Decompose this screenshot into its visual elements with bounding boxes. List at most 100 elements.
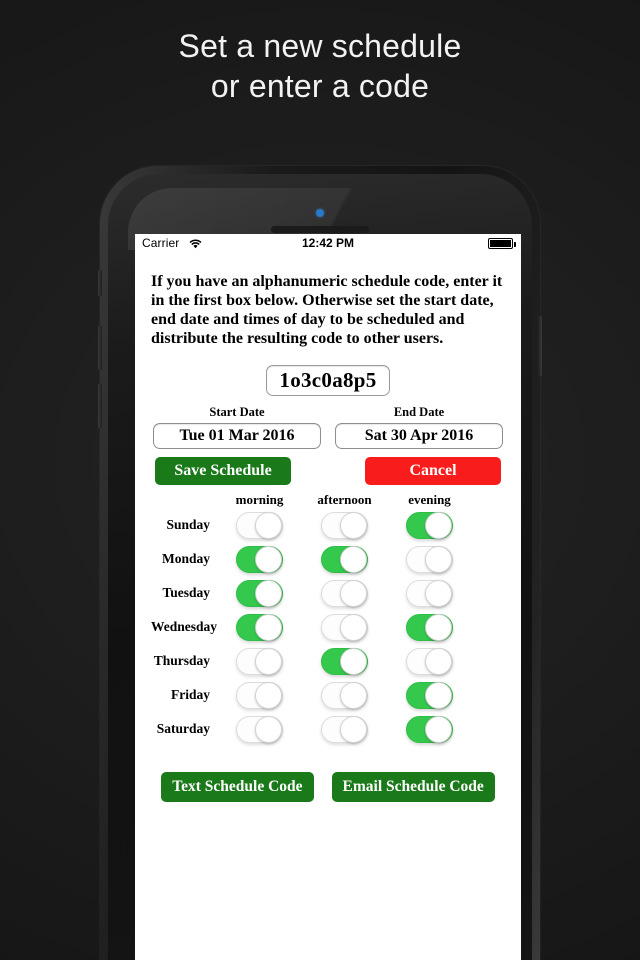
toggle-thursday-morning[interactable]: [236, 647, 283, 675]
toggle-friday-evening[interactable]: [406, 681, 453, 709]
day-label-monday: Monday: [161, 551, 210, 566]
grid-cell: [387, 647, 472, 675]
toggle-saturday-evening[interactable]: [406, 715, 453, 743]
toggle-knob: [340, 715, 367, 743]
toggle-thursday-evening[interactable]: [406, 647, 453, 675]
toggle-knob: [255, 613, 282, 641]
toggle-monday-afternoon[interactable]: [321, 545, 368, 573]
grid-cell: [302, 613, 387, 641]
start-date-group: Start Date Tue 01 Mar 2016: [153, 405, 321, 449]
grid-cell: [387, 511, 472, 539]
toggle-tuesday-afternoon[interactable]: [321, 579, 368, 607]
grid-cell: [217, 511, 302, 539]
grid-cell: [217, 613, 302, 641]
grid-cell: [302, 647, 387, 675]
schedule-row: Friday: [151, 678, 505, 712]
grid-body: Sunday Monday Tuesday Wednesday Thursday Frid…: [151, 508, 505, 746]
toggle-knob: [255, 545, 282, 573]
grid-cell: [302, 681, 387, 709]
start-date-input[interactable]: Tue 01 Mar 2016: [153, 423, 321, 449]
column-header-morning: morning: [235, 492, 284, 507]
toggle-wednesday-evening[interactable]: [406, 613, 453, 641]
toggle-sunday-morning[interactable]: [236, 511, 283, 539]
end-date-input[interactable]: Sat 30 Apr 2016: [335, 423, 503, 449]
grid-cell: [302, 715, 387, 743]
power-button[interactable]: [538, 316, 542, 376]
end-date-group: End Date Sat 30 Apr 2016: [335, 405, 503, 449]
toggle-knob: [340, 545, 367, 573]
intro-instructions: If you have an alphanumeric schedule cod…: [151, 273, 503, 347]
grid-cell: [387, 545, 472, 573]
toggle-wednesday-morning[interactable]: [236, 613, 283, 641]
schedule-code-input[interactable]: 1o3c0a8p5: [266, 365, 390, 396]
date-range-row: Start Date Tue 01 Mar 2016 End Date Sat …: [151, 405, 505, 449]
text-schedule-code-button[interactable]: Text Schedule Code: [161, 772, 314, 802]
clock-label: 12:42 PM: [301, 236, 355, 250]
save-schedule-button[interactable]: Save Schedule: [155, 457, 291, 485]
toggle-knob: [255, 681, 282, 709]
email-schedule-code-button[interactable]: Email Schedule Code: [331, 772, 495, 802]
toggle-tuesday-morning[interactable]: [236, 579, 283, 607]
toggle-thursday-afternoon[interactable]: [321, 647, 368, 675]
grid-cell: [217, 579, 302, 607]
grid-cell: [387, 715, 472, 743]
column-header-afternoon: afternoon: [317, 492, 372, 507]
day-label-wednesday: Wednesday: [151, 619, 218, 634]
phone-bezel: Carrier 12:42 PM If you have an alphanum…: [108, 174, 532, 960]
primary-action-row: Save Schedule Cancel: [151, 457, 505, 485]
day-label-saturday: Saturday: [156, 721, 210, 736]
cancel-button[interactable]: Cancel: [365, 457, 501, 485]
toggle-knob: [340, 579, 367, 607]
toggle-tuesday-evening[interactable]: [406, 579, 453, 607]
volume-down-button[interactable]: [98, 384, 102, 428]
toggle-knob: [425, 715, 452, 743]
phone-screen: Carrier 12:42 PM If you have an alphanum…: [135, 234, 521, 960]
grid-cell: [217, 545, 302, 573]
silent-switch[interactable]: [98, 270, 102, 296]
toggle-saturday-afternoon[interactable]: [321, 715, 368, 743]
headline-line-2: or enter a code: [210, 68, 430, 104]
grid-cell: [217, 647, 302, 675]
phone-device-frame: Carrier 12:42 PM If you have an alphanum…: [98, 166, 542, 960]
grid-cell: [387, 681, 472, 709]
schedule-code-row: 1o3c0a8p5: [151, 365, 505, 396]
schedule-form: If you have an alphanumeric schedule cod…: [135, 272, 521, 802]
grid-cell: [387, 613, 472, 641]
grid-cell: [387, 579, 472, 607]
toggle-knob: [255, 511, 282, 539]
end-date-label: End Date: [393, 405, 445, 419]
toggle-sunday-evening[interactable]: [406, 511, 453, 539]
schedule-row: Monday: [151, 542, 505, 576]
day-label-friday: Friday: [171, 687, 210, 702]
day-label-sunday: Sunday: [166, 517, 210, 532]
schedule-row: Sunday: [151, 508, 505, 542]
day-label-thursday: Thursday: [153, 653, 210, 668]
toggle-knob: [340, 681, 367, 709]
toggle-knob: [255, 579, 282, 607]
schedule-row: Saturday: [151, 712, 505, 746]
toggle-knob: [255, 647, 282, 675]
toggle-monday-morning[interactable]: [236, 545, 283, 573]
toggle-wednesday-afternoon[interactable]: [321, 613, 368, 641]
battery-full-icon: [488, 238, 516, 249]
headline-line-1: Set a new schedule: [178, 28, 462, 64]
schedule-row: Tuesday: [151, 576, 505, 610]
toggle-knob: [425, 545, 452, 573]
toggle-knob: [340, 511, 367, 539]
toggle-sunday-afternoon[interactable]: [321, 511, 368, 539]
toggle-knob: [255, 715, 282, 743]
toggle-saturday-morning[interactable]: [236, 715, 283, 743]
column-header-evening: evening: [408, 492, 451, 507]
schedule-toggle-grid: morning afternoon evening Sunday Monday Tu…: [151, 492, 505, 746]
toggle-monday-evening[interactable]: [406, 545, 453, 573]
grid-cell: [217, 715, 302, 743]
toggle-knob: [425, 647, 452, 675]
grid-column-headers: morning afternoon evening: [151, 492, 505, 508]
grid-cell: [217, 681, 302, 709]
volume-up-button[interactable]: [98, 326, 102, 370]
promo-headline: Set a new schedule or enter a code: [0, 26, 640, 106]
toggle-friday-afternoon[interactable]: [321, 681, 368, 709]
earpiece-speaker: [271, 226, 369, 233]
toggle-knob: [425, 511, 452, 539]
toggle-friday-morning[interactable]: [236, 681, 283, 709]
